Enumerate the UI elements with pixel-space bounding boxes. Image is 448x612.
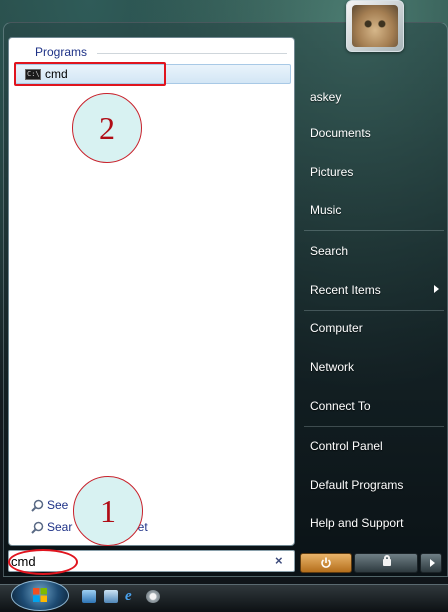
right-item-connect-to[interactable]: Connect To <box>310 399 371 413</box>
show-desktop-icon[interactable] <box>82 590 96 603</box>
programs-heading: Programs <box>35 45 88 59</box>
power-icon <box>321 557 331 568</box>
annotation-highlight-box <box>14 62 166 86</box>
left-pane: Programs C:\ cmd <box>8 37 295 546</box>
right-item-control-panel[interactable]: Control Panel <box>310 439 383 453</box>
heading-divider <box>97 53 287 54</box>
switch-windows-icon[interactable] <box>104 590 118 603</box>
right-divider <box>304 310 444 311</box>
user-avatar[interactable] <box>346 0 404 52</box>
annotation-callout-1: 1 <box>73 476 143 546</box>
power-button[interactable] <box>300 553 352 573</box>
annotation-callout-2: 2 <box>72 93 142 163</box>
media-player-icon[interactable] <box>146 590 160 603</box>
internet-explorer-icon[interactable]: e <box>125 589 139 604</box>
search-link-label: Sear <box>47 520 73 534</box>
search-link-see[interactable]: See <box>31 498 68 512</box>
search-link-label: See <box>47 498 69 512</box>
lock-body <box>383 559 391 566</box>
windows-logo-icon <box>33 588 47 602</box>
search-icon <box>31 499 44 512</box>
right-item-askey[interactable]: askey <box>310 90 341 104</box>
search-link-internet[interactable]: Sear <box>31 520 72 534</box>
right-item-computer[interactable]: Computer <box>310 321 363 335</box>
right-item-music[interactable]: Music <box>310 203 341 217</box>
search-icon <box>31 521 44 534</box>
right-item-recent-items[interactable]: Recent Items <box>310 283 381 297</box>
annotation-highlight-oval <box>8 549 78 575</box>
right-item-pictures[interactable]: Pictures <box>310 165 353 179</box>
arrow-right-icon <box>430 559 435 567</box>
right-item-default-programs[interactable]: Default Programs <box>310 478 403 492</box>
right-item-search[interactable]: Search <box>310 244 348 258</box>
clear-search-button[interactable]: × <box>275 553 283 568</box>
submenu-arrow-icon <box>434 285 439 293</box>
right-divider <box>304 230 444 231</box>
right-item-help-and-support[interactable]: Help and Support <box>310 516 403 530</box>
cat-picture <box>352 5 398 47</box>
right-divider <box>304 426 444 427</box>
right-item-network[interactable]: Network <box>310 360 354 374</box>
right-item-documents[interactable]: Documents <box>310 126 371 140</box>
